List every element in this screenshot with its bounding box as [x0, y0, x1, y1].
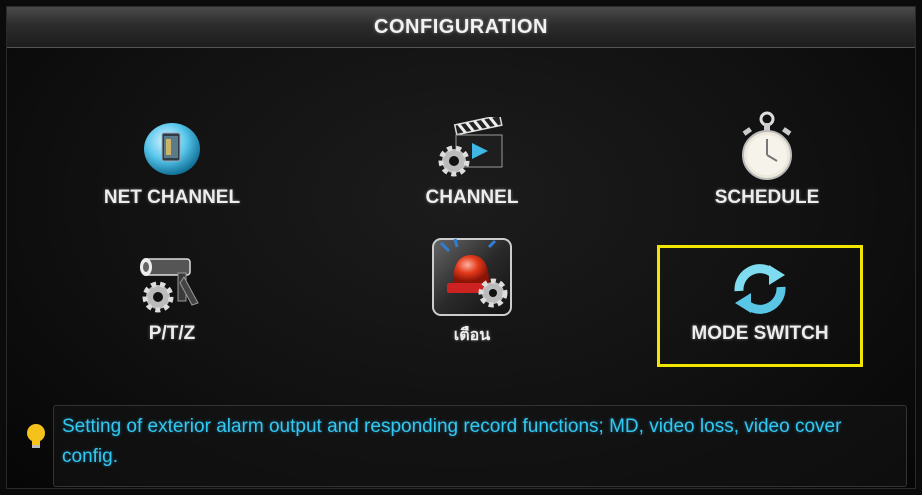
menu-item-label: CHANNEL: [425, 187, 519, 208]
menu-item-channel[interactable]: CHANNEL: [367, 107, 577, 225]
title-bar: CONFIGURATION: [7, 7, 915, 48]
menu-item-ptz[interactable]: P/T/Z: [67, 243, 277, 361]
menu-item-net-channel[interactable]: NET CHANNEL: [67, 107, 277, 225]
selection-highlight: [657, 245, 863, 367]
menu-item-label: NET CHANNEL: [103, 187, 241, 208]
net-channel-icon: [140, 107, 204, 181]
alarm-siren-icon: [429, 238, 515, 317]
info-text: Setting of exterior alarm output and res…: [62, 416, 842, 467]
menu-item-schedule[interactable]: SCHEDULE: [662, 107, 872, 225]
camera-gear-icon: [132, 243, 212, 317]
menu-item-alarm[interactable]: เตือน: [367, 238, 577, 361]
menu-item-label: SCHEDULE: [714, 187, 820, 208]
menu-item-label: เตือน: [453, 327, 491, 344]
info-panel: Setting of exterior alarm output and res…: [53, 405, 907, 487]
lightbulb-icon: [27, 424, 45, 448]
clapperboard-gear-icon: [434, 107, 510, 181]
window-title: CONFIGURATION: [374, 15, 548, 38]
menu-item-label: P/T/Z: [148, 323, 196, 344]
stopwatch-icon: [735, 107, 799, 181]
dvr-screen: CONFIGURATION NET CHANNEL CHANNEL SCHEDU…: [6, 6, 916, 489]
